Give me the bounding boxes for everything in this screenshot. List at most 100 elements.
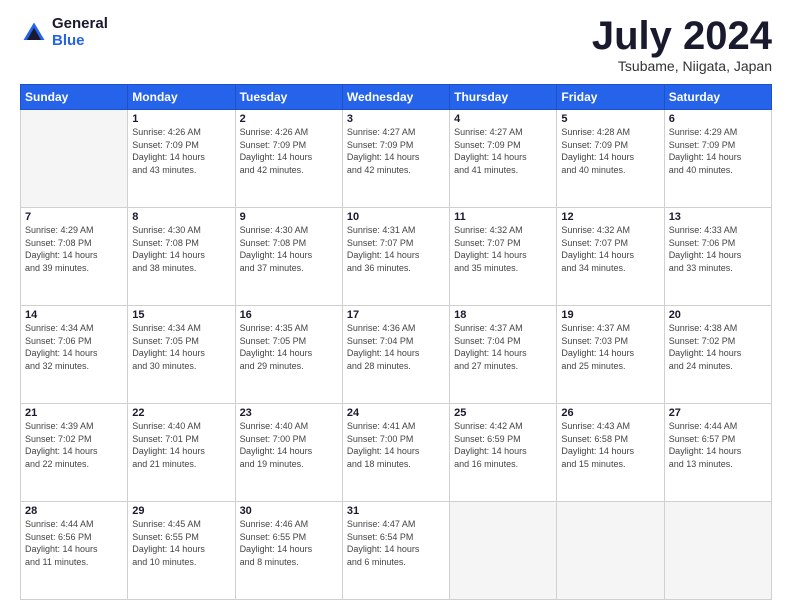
calendar-cell: 31Sunrise: 4:47 AM Sunset: 6:54 PM Dayli…: [342, 502, 449, 600]
logo-icon: [20, 19, 48, 47]
day-info: Sunrise: 4:30 AM Sunset: 7:08 PM Dayligh…: [240, 224, 338, 274]
calendar-cell: 15Sunrise: 4:34 AM Sunset: 7:05 PM Dayli…: [128, 306, 235, 404]
calendar-table: SundayMondayTuesdayWednesdayThursdayFrid…: [20, 84, 772, 600]
calendar-cell: 6Sunrise: 4:29 AM Sunset: 7:09 PM Daylig…: [664, 110, 771, 208]
logo-blue: Blue: [52, 33, 108, 50]
calendar-cell: 29Sunrise: 4:45 AM Sunset: 6:55 PM Dayli…: [128, 502, 235, 600]
calendar-cell: 9Sunrise: 4:30 AM Sunset: 7:08 PM Daylig…: [235, 208, 342, 306]
day-number: 18: [454, 309, 552, 321]
calendar-cell: 7Sunrise: 4:29 AM Sunset: 7:08 PM Daylig…: [21, 208, 128, 306]
calendar-cell: 17Sunrise: 4:36 AM Sunset: 7:04 PM Dayli…: [342, 306, 449, 404]
calendar-cell: 10Sunrise: 4:31 AM Sunset: 7:07 PM Dayli…: [342, 208, 449, 306]
day-info: Sunrise: 4:43 AM Sunset: 6:58 PM Dayligh…: [561, 420, 659, 470]
day-info: Sunrise: 4:42 AM Sunset: 6:59 PM Dayligh…: [454, 420, 552, 470]
day-number: 24: [347, 407, 445, 419]
day-number: 23: [240, 407, 338, 419]
day-info: Sunrise: 4:39 AM Sunset: 7:02 PM Dayligh…: [25, 420, 123, 470]
calendar-week-row: 14Sunrise: 4:34 AM Sunset: 7:06 PM Dayli…: [21, 306, 772, 404]
day-info: Sunrise: 4:38 AM Sunset: 7:02 PM Dayligh…: [669, 322, 767, 372]
day-number: 11: [454, 211, 552, 223]
calendar-cell: [450, 502, 557, 600]
calendar-day-header: Tuesday: [235, 85, 342, 110]
day-info: Sunrise: 4:27 AM Sunset: 7:09 PM Dayligh…: [347, 126, 445, 176]
day-info: Sunrise: 4:32 AM Sunset: 7:07 PM Dayligh…: [561, 224, 659, 274]
day-info: Sunrise: 4:32 AM Sunset: 7:07 PM Dayligh…: [454, 224, 552, 274]
calendar-cell: 11Sunrise: 4:32 AM Sunset: 7:07 PM Dayli…: [450, 208, 557, 306]
day-info: Sunrise: 4:26 AM Sunset: 7:09 PM Dayligh…: [132, 126, 230, 176]
calendar-week-row: 21Sunrise: 4:39 AM Sunset: 7:02 PM Dayli…: [21, 404, 772, 502]
day-number: 14: [25, 309, 123, 321]
day-info: Sunrise: 4:27 AM Sunset: 7:09 PM Dayligh…: [454, 126, 552, 176]
calendar-cell: 26Sunrise: 4:43 AM Sunset: 6:58 PM Dayli…: [557, 404, 664, 502]
calendar-cell: 12Sunrise: 4:32 AM Sunset: 7:07 PM Dayli…: [557, 208, 664, 306]
day-number: 27: [669, 407, 767, 419]
calendar-cell: 28Sunrise: 4:44 AM Sunset: 6:56 PM Dayli…: [21, 502, 128, 600]
day-info: Sunrise: 4:34 AM Sunset: 7:05 PM Dayligh…: [132, 322, 230, 372]
calendar-week-row: 7Sunrise: 4:29 AM Sunset: 7:08 PM Daylig…: [21, 208, 772, 306]
calendar-cell: 19Sunrise: 4:37 AM Sunset: 7:03 PM Dayli…: [557, 306, 664, 404]
day-number: 6: [669, 113, 767, 125]
day-number: 15: [132, 309, 230, 321]
calendar-day-header: Friday: [557, 85, 664, 110]
page: General Blue July 2024 Tsubame, Niigata,…: [0, 0, 792, 612]
day-info: Sunrise: 4:37 AM Sunset: 7:03 PM Dayligh…: [561, 322, 659, 372]
title-area: July 2024 Tsubame, Niigata, Japan: [592, 16, 772, 74]
calendar-day-header: Sunday: [21, 85, 128, 110]
calendar-cell: 18Sunrise: 4:37 AM Sunset: 7:04 PM Dayli…: [450, 306, 557, 404]
calendar-cell: 21Sunrise: 4:39 AM Sunset: 7:02 PM Dayli…: [21, 404, 128, 502]
calendar-week-row: 28Sunrise: 4:44 AM Sunset: 6:56 PM Dayli…: [21, 502, 772, 600]
day-number: 30: [240, 505, 338, 517]
day-info: Sunrise: 4:46 AM Sunset: 6:55 PM Dayligh…: [240, 518, 338, 568]
day-number: 19: [561, 309, 659, 321]
day-number: 9: [240, 211, 338, 223]
day-info: Sunrise: 4:45 AM Sunset: 6:55 PM Dayligh…: [132, 518, 230, 568]
calendar-header-row: SundayMondayTuesdayWednesdayThursdayFrid…: [21, 85, 772, 110]
day-info: Sunrise: 4:29 AM Sunset: 7:08 PM Dayligh…: [25, 224, 123, 274]
logo: General Blue: [20, 16, 108, 49]
day-info: Sunrise: 4:36 AM Sunset: 7:04 PM Dayligh…: [347, 322, 445, 372]
day-number: 25: [454, 407, 552, 419]
day-number: 10: [347, 211, 445, 223]
location: Tsubame, Niigata, Japan: [592, 58, 772, 74]
calendar-cell: 4Sunrise: 4:27 AM Sunset: 7:09 PM Daylig…: [450, 110, 557, 208]
day-info: Sunrise: 4:33 AM Sunset: 7:06 PM Dayligh…: [669, 224, 767, 274]
day-number: 3: [347, 113, 445, 125]
day-info: Sunrise: 4:26 AM Sunset: 7:09 PM Dayligh…: [240, 126, 338, 176]
day-number: 22: [132, 407, 230, 419]
day-info: Sunrise: 4:34 AM Sunset: 7:06 PM Dayligh…: [25, 322, 123, 372]
day-info: Sunrise: 4:35 AM Sunset: 7:05 PM Dayligh…: [240, 322, 338, 372]
day-info: Sunrise: 4:30 AM Sunset: 7:08 PM Dayligh…: [132, 224, 230, 274]
day-number: 28: [25, 505, 123, 517]
calendar-day-header: Thursday: [450, 85, 557, 110]
day-number: 7: [25, 211, 123, 223]
calendar-cell: 8Sunrise: 4:30 AM Sunset: 7:08 PM Daylig…: [128, 208, 235, 306]
day-number: 1: [132, 113, 230, 125]
calendar-day-header: Wednesday: [342, 85, 449, 110]
day-info: Sunrise: 4:37 AM Sunset: 7:04 PM Dayligh…: [454, 322, 552, 372]
calendar-cell: 25Sunrise: 4:42 AM Sunset: 6:59 PM Dayli…: [450, 404, 557, 502]
day-number: 8: [132, 211, 230, 223]
calendar-cell: 14Sunrise: 4:34 AM Sunset: 7:06 PM Dayli…: [21, 306, 128, 404]
month-title: July 2024: [592, 16, 772, 56]
day-number: 26: [561, 407, 659, 419]
calendar-cell: 13Sunrise: 4:33 AM Sunset: 7:06 PM Dayli…: [664, 208, 771, 306]
day-info: Sunrise: 4:29 AM Sunset: 7:09 PM Dayligh…: [669, 126, 767, 176]
day-number: 4: [454, 113, 552, 125]
calendar-cell: [664, 502, 771, 600]
day-info: Sunrise: 4:41 AM Sunset: 7:00 PM Dayligh…: [347, 420, 445, 470]
day-number: 16: [240, 309, 338, 321]
calendar-day-header: Monday: [128, 85, 235, 110]
calendar-cell: 27Sunrise: 4:44 AM Sunset: 6:57 PM Dayli…: [664, 404, 771, 502]
day-info: Sunrise: 4:28 AM Sunset: 7:09 PM Dayligh…: [561, 126, 659, 176]
day-number: 5: [561, 113, 659, 125]
day-info: Sunrise: 4:47 AM Sunset: 6:54 PM Dayligh…: [347, 518, 445, 568]
calendar-cell: 5Sunrise: 4:28 AM Sunset: 7:09 PM Daylig…: [557, 110, 664, 208]
calendar-cell: 24Sunrise: 4:41 AM Sunset: 7:00 PM Dayli…: [342, 404, 449, 502]
day-number: 29: [132, 505, 230, 517]
header: General Blue July 2024 Tsubame, Niigata,…: [20, 16, 772, 74]
day-number: 17: [347, 309, 445, 321]
logo-general: General: [52, 16, 108, 33]
day-info: Sunrise: 4:40 AM Sunset: 7:00 PM Dayligh…: [240, 420, 338, 470]
calendar-cell: 30Sunrise: 4:46 AM Sunset: 6:55 PM Dayli…: [235, 502, 342, 600]
calendar-cell: 2Sunrise: 4:26 AM Sunset: 7:09 PM Daylig…: [235, 110, 342, 208]
